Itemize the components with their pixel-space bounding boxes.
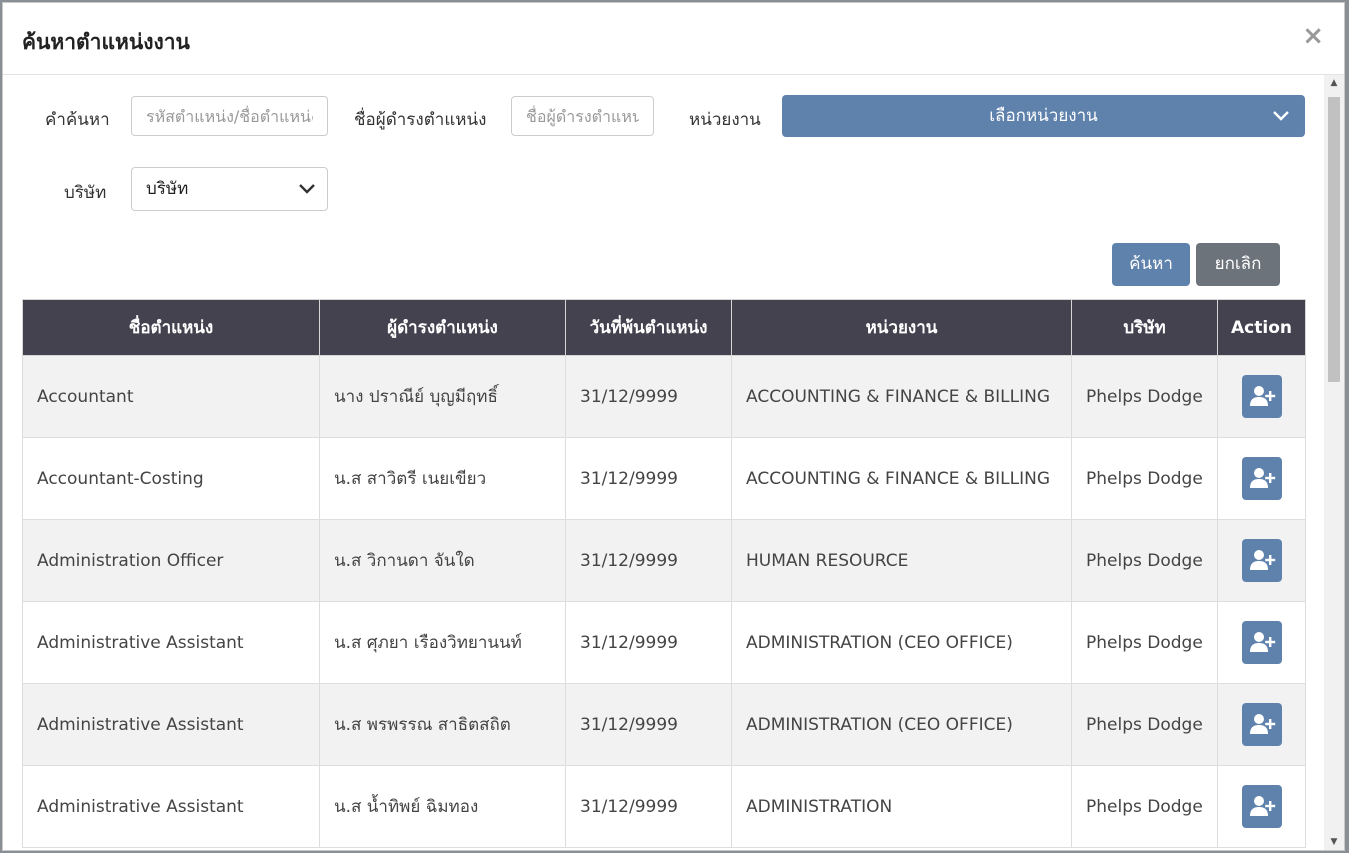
cell-action <box>1217 683 1306 766</box>
department-label: หน่วยงาน <box>689 110 761 130</box>
cell-position: Administrative Assistant <box>22 601 320 684</box>
modal-title: ค้นหาตำแหน่งงาน <box>22 30 190 54</box>
keyword-label: คำค้นหา <box>45 110 110 130</box>
company-label: บริษัท <box>64 183 107 203</box>
add-user-icon <box>1249 386 1275 406</box>
cell-holder: น.ส น้ำทิพย์ ฉิมทอง <box>319 765 566 848</box>
department-select[interactable]: เลือกหน่วยงาน <box>782 95 1305 137</box>
cell-action <box>1217 355 1306 438</box>
cell-end-date: 31/12/9999 <box>565 437 732 520</box>
scroll-up-arrow-icon[interactable]: ▲ <box>1324 75 1344 91</box>
chevron-down-icon <box>1271 95 1291 153</box>
cell-end-date: 31/12/9999 <box>565 765 732 848</box>
add-user-button[interactable] <box>1241 621 1282 664</box>
cell-end-date: 31/12/9999 <box>565 519 732 602</box>
cell-holder: น.ส พรพรรณ สาธิตสถิต <box>319 683 566 766</box>
close-icon[interactable]: × <box>1302 21 1324 51</box>
cell-department: ACCOUNTING & FINANCE & BILLING <box>731 437 1072 520</box>
add-user-button[interactable] <box>1241 539 1282 582</box>
cell-position: Administration Officer <box>22 519 320 602</box>
cell-action <box>1217 437 1306 520</box>
table-row: Administrative Assistant น.ส ศุภยา เรืองว… <box>22 601 1306 684</box>
cell-position: Accountant <box>22 355 320 438</box>
add-user-button[interactable] <box>1241 785 1282 828</box>
cell-holder: นาง ปราณีย์ บุญมีฤทธิ์ <box>319 355 566 438</box>
company-select-value: บริษัท <box>146 179 189 199</box>
department-select-value: เลือกหน่วยงาน <box>989 106 1098 126</box>
keyword-input[interactable] <box>131 96 328 136</box>
cell-end-date: 31/12/9999 <box>565 355 732 438</box>
cell-end-date: 31/12/9999 <box>565 683 732 766</box>
table-row: Administration Officer น.ส วิกานดา จันใด 3… <box>22 519 1306 602</box>
add-user-button[interactable] <box>1241 703 1282 746</box>
add-user-icon <box>1249 796 1275 816</box>
cell-position: Administrative Assistant <box>22 765 320 848</box>
cell-holder: น.ส ศุภยา เรืองวิทยานนท์ <box>319 601 566 684</box>
add-user-icon <box>1249 550 1275 570</box>
table-row: Administrative Assistant น.ส น้ำทิพย์ ฉิม… <box>22 765 1306 848</box>
scroll-down-arrow-icon[interactable]: ▼ <box>1324 834 1344 850</box>
cell-company: Phelps Dodge <box>1071 437 1218 520</box>
search-position-modal: ค้นหาตำแหน่งงาน × คำค้นหา ชื่อผู้ดำรงตำแ… <box>2 2 1345 851</box>
cell-end-date: 31/12/9999 <box>565 601 732 684</box>
column-header-department[interactable]: หน่วยงาน <box>731 299 1072 356</box>
table-header-row: ชื่อตำแหน่ง ผู้ดำรงตำแหน่ง วันที่พ้นตำแห… <box>22 299 1306 356</box>
column-header-position[interactable]: ชื่อตำแหน่ง <box>22 299 320 356</box>
cell-position: Administrative Assistant <box>22 683 320 766</box>
cell-department: ACCOUNTING & FINANCE & BILLING <box>731 355 1072 438</box>
cell-position: Accountant-Costing <box>22 437 320 520</box>
add-user-button[interactable] <box>1241 457 1282 500</box>
cell-company: Phelps Dodge <box>1071 601 1218 684</box>
table-row: Accountant นาง ปราณีย์ บุญมีฤทธิ์ 31/12/99… <box>22 355 1306 438</box>
cell-department: ADMINISTRATION (CEO OFFICE) <box>731 601 1072 684</box>
cell-company: Phelps Dodge <box>1071 683 1218 766</box>
add-user-icon <box>1249 468 1275 488</box>
column-header-holder[interactable]: ผู้ดำรงตำแหน่ง <box>319 299 566 356</box>
positions-table: ชื่อตำแหน่ง ผู้ดำรงตำแหน่ง วันที่พ้นตำแห… <box>22 299 1306 848</box>
cell-action <box>1217 601 1306 684</box>
cell-company: Phelps Dodge <box>1071 355 1218 438</box>
modal-body: คำค้นหา ชื่อผู้ดำรงตำแหน่ง หน่วยงาน เลือ… <box>3 75 1324 850</box>
column-header-end-date[interactable]: วันที่พ้นตำแหน่ง <box>565 299 732 356</box>
modal-header: ค้นหาตำแหน่งงาน × <box>3 3 1344 75</box>
add-user-button[interactable] <box>1241 375 1282 418</box>
company-select[interactable]: บริษัท <box>131 167 328 211</box>
table-row: Accountant-Costing น.ส สาวิตรี เนยเขียว 31… <box>22 437 1306 520</box>
search-button[interactable]: ค้นหา <box>1112 243 1190 286</box>
add-user-icon <box>1249 714 1275 734</box>
scrollbar-thumb[interactable] <box>1328 97 1340 382</box>
cell-company: Phelps Dodge <box>1071 765 1218 848</box>
holder-label: ชื่อผู้ดำรงตำแหน่ง <box>354 110 487 130</box>
column-header-action: Action <box>1217 299 1306 356</box>
cell-action <box>1217 765 1306 848</box>
chevron-down-icon <box>297 168 317 226</box>
cell-department: ADMINISTRATION (CEO OFFICE) <box>731 683 1072 766</box>
holder-input[interactable] <box>511 96 654 136</box>
cancel-button[interactable]: ยกเลิก <box>1196 243 1280 286</box>
vertical-scrollbar[interactable]: ▲ ▼ <box>1324 75 1344 850</box>
table-row: Administrative Assistant น.ส พรพรรณ สาธิต… <box>22 683 1306 766</box>
cell-department: HUMAN RESOURCE <box>731 519 1072 602</box>
add-user-icon <box>1249 632 1275 652</box>
cell-company: Phelps Dodge <box>1071 519 1218 602</box>
cell-holder: น.ส สาวิตรี เนยเขียว <box>319 437 566 520</box>
cell-department: ADMINISTRATION <box>731 765 1072 848</box>
column-header-company[interactable]: บริษัท <box>1071 299 1218 356</box>
cell-holder: น.ส วิกานดา จันใด <box>319 519 566 602</box>
cell-action <box>1217 519 1306 602</box>
